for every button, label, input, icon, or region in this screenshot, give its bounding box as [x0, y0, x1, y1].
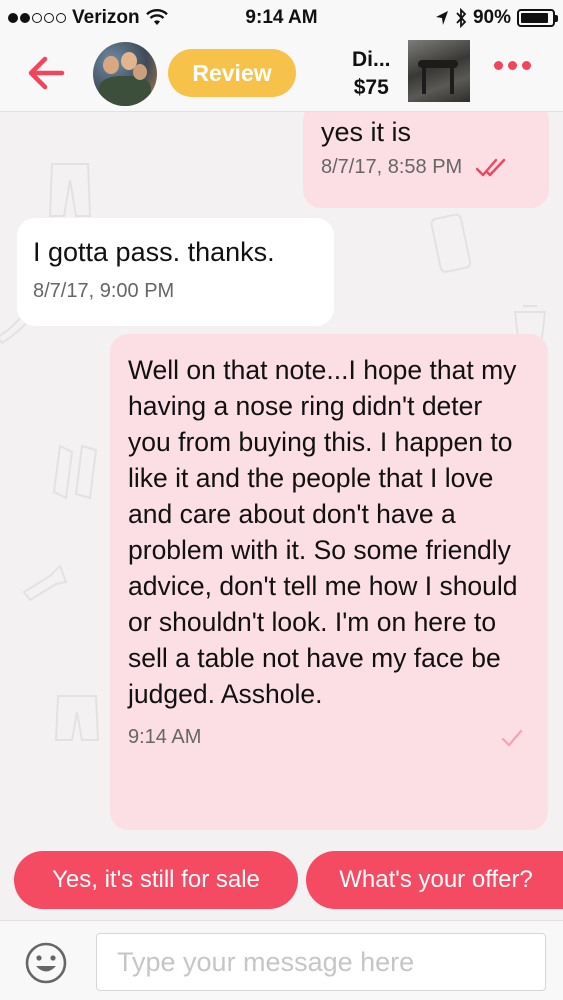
shorts-doodle-icon — [54, 695, 100, 741]
quick-replies: Yes, it's still for sale What's your off… — [0, 851, 563, 911]
message-text: yes it is — [321, 117, 412, 147]
message-text: I gotta pass. thanks. — [33, 237, 275, 267]
double-check-icon — [476, 158, 506, 176]
status-bar: Verizon 9:14 AM 90% — [0, 0, 563, 36]
wine-doodle-icon — [52, 444, 98, 500]
battery-icon — [517, 9, 558, 27]
trumpet-doodle-icon — [22, 564, 68, 602]
message-timestamp: 9:14 AM — [128, 726, 202, 748]
bluetooth-icon — [456, 8, 467, 28]
back-arrow-icon[interactable] — [26, 54, 66, 92]
listing-info[interactable]: Di... $75 — [352, 46, 391, 102]
message-timestamp: 8/7/17, 8:58 PM — [321, 156, 463, 178]
status-right: 90% — [435, 7, 558, 29]
message-timestamp: 8/7/17, 9:00 PM — [33, 280, 175, 302]
listing-thumbnail[interactable] — [408, 40, 470, 102]
pants-doodle-icon — [48, 163, 92, 217]
conversation-header: Review Di... $75 — [0, 36, 563, 112]
quick-reply-still-for-sale[interactable]: Yes, it's still for sale — [14, 851, 298, 909]
phone-doodle-icon — [430, 213, 472, 273]
review-button[interactable]: Review — [168, 49, 296, 97]
quick-reply-whats-your-offer[interactable]: What's your offer? — [306, 851, 563, 909]
message-meta: 8/7/17, 8:58 PM — [321, 156, 531, 179]
more-options-icon[interactable] — [494, 61, 531, 70]
message-text: Well on that note...I hope that my havin… — [128, 355, 518, 709]
single-check-icon — [501, 729, 523, 746]
listing-price: $75 — [353, 76, 389, 99]
battery-percent: 90% — [472, 7, 511, 28]
message-bubble-sent[interactable]: Well on that note...I hope that my havin… — [110, 334, 548, 830]
user-avatar[interactable] — [93, 42, 157, 106]
message-meta: 8/7/17, 9:00 PM — [33, 280, 318, 303]
listing-title: Di... — [352, 48, 391, 71]
message-input[interactable] — [96, 933, 546, 991]
compose-bar — [0, 920, 563, 1000]
message-list[interactable]: yes it is 8/7/17, 8:58 PM I gotta pass. … — [0, 112, 563, 842]
message-meta: 9:14 AM — [128, 726, 530, 749]
message-bubble-sent[interactable]: yes it is 8/7/17, 8:58 PM — [303, 112, 549, 208]
message-bubble-received[interactable]: I gotta pass. thanks. 8/7/17, 9:00 PM — [17, 218, 334, 326]
emoji-icon[interactable] — [24, 941, 68, 985]
location-arrow-icon — [435, 11, 448, 25]
